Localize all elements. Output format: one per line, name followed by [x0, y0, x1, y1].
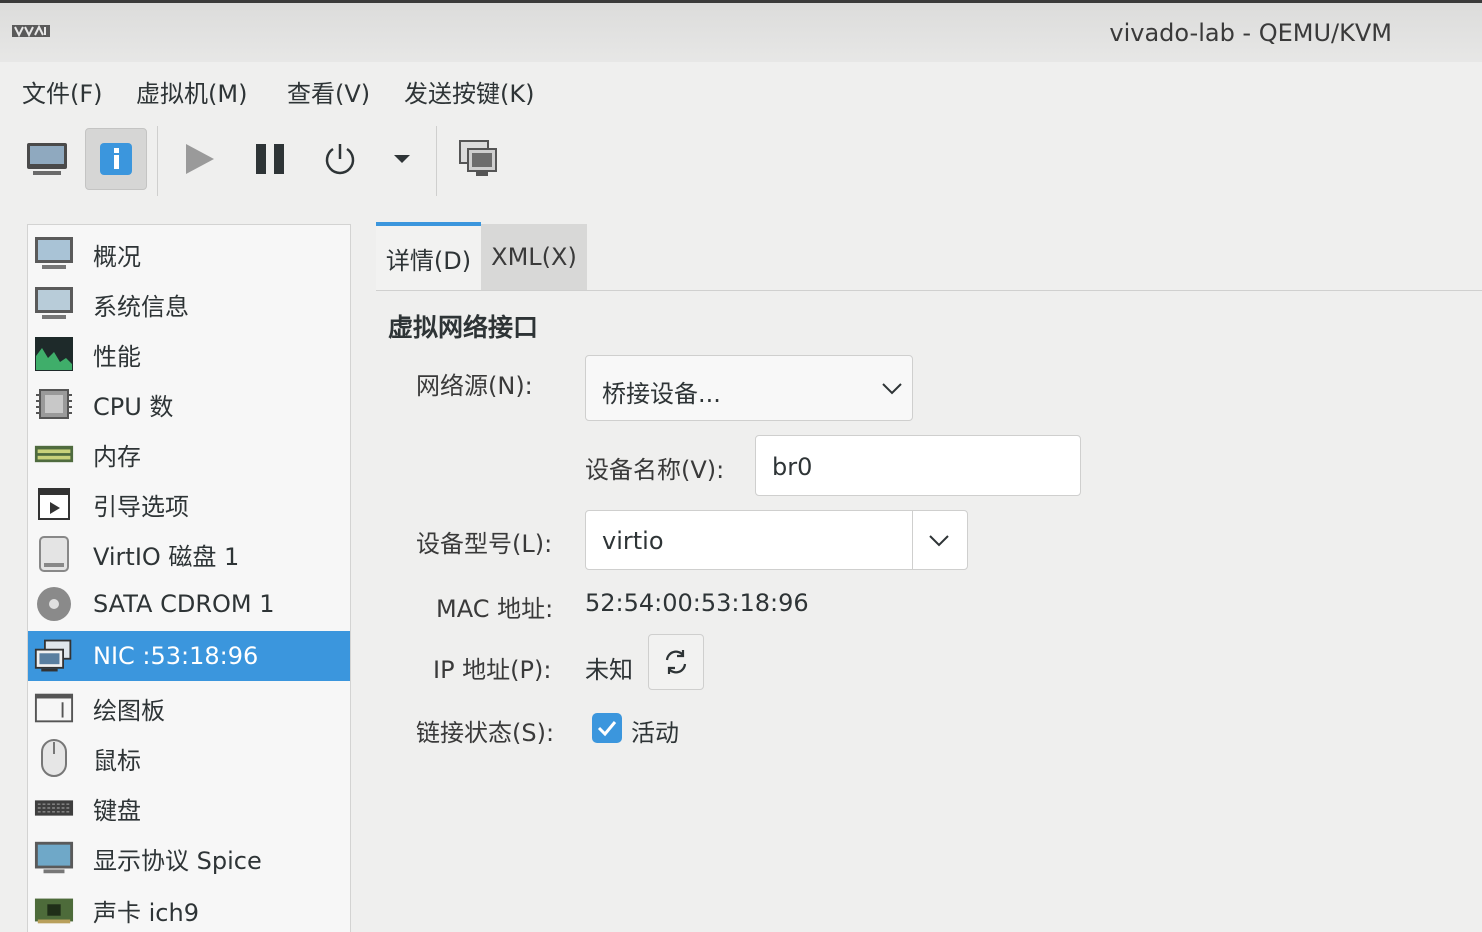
sidebar-item-label: 显示协议 Spice [93, 846, 262, 875]
tab-details[interactable]: 详情(D) [376, 222, 481, 290]
mouse-icon [34, 739, 74, 777]
sidebar-item-memory[interactable]: 内存 [28, 429, 350, 479]
run-button[interactable] [168, 128, 230, 190]
monitor-icon [34, 285, 74, 323]
sidebar-item-label: 概况 [93, 242, 141, 271]
refresh-icon [665, 650, 687, 674]
menubar: 文件(F) 虚拟机(M) 查看(V) 发送按键(K) [0, 62, 1482, 116]
cpu-icon [34, 385, 74, 423]
dropdown-icon [394, 155, 410, 163]
power-icon [325, 144, 355, 175]
info-icon [100, 143, 132, 175]
link-state-value[interactable]: 活动 [631, 713, 679, 748]
window-title: vivado-lab - QEMU/KVM [1109, 19, 1392, 47]
shutdown-menu-button[interactable] [372, 128, 432, 190]
sidebar-item-cpu[interactable]: CPU 数 [28, 379, 350, 429]
titlebar: vivado-lab - QEMU/KVM [0, 0, 1482, 62]
sidebar-item-nic[interactable]: NIC :53:18:96 [28, 631, 350, 681]
chevron-down-icon [929, 535, 949, 547]
hardware-list: 概况 系统信息 性能 CPU 数 内存 引导选项 VirtIO 磁盘 1 SAT… [27, 224, 351, 932]
pause-icon [256, 144, 284, 174]
shutdown-button[interactable] [309, 128, 371, 190]
device-name-label: 设备名称(V): [585, 456, 725, 484]
link-state-checkbox[interactable] [592, 713, 622, 743]
link-state-label: 链接状态(S): [416, 719, 555, 747]
sidebar-item-label: 系统信息 [93, 292, 189, 321]
pause-button[interactable] [239, 128, 301, 190]
sidebar-item-label: 性能 [93, 342, 141, 371]
sound-icon [34, 891, 74, 929]
device-model-label: 设备型号(L): [416, 530, 553, 558]
sidebar-item-display-spice[interactable]: 显示协议 Spice [28, 833, 350, 883]
sidebar-item-tablet[interactable]: 绘图板 [28, 683, 350, 733]
sidebar-item-virtio-disk[interactable]: VirtIO 磁盘 1 [28, 529, 350, 579]
console-icon [27, 143, 67, 175]
app-logo-icon [12, 24, 50, 38]
display-icon [34, 839, 74, 877]
sidebar-item-keyboard[interactable]: 键盘 [28, 783, 350, 833]
app-window: vivado-lab - QEMU/KVM 文件(F) 虚拟机(M) 查看(V)… [0, 0, 1482, 932]
chevron-down-icon [882, 383, 902, 395]
snapshots-button[interactable] [448, 128, 510, 190]
checkmark-icon [597, 721, 617, 737]
menu-view[interactable]: 查看(V) [283, 72, 374, 111]
sidebar-item-cdrom[interactable]: SATA CDROM 1 [28, 579, 350, 629]
sidebar-item-label: NIC :53:18:96 [93, 642, 259, 670]
sidebar-item-label: 鼠标 [93, 746, 141, 775]
nic-icon [34, 637, 74, 675]
device-model-value: virtio [602, 527, 664, 555]
sidebar-item-label: 键盘 [93, 796, 141, 825]
play-icon [186, 144, 214, 174]
sidebar-item-label: 绘图板 [93, 696, 165, 725]
toolbar-separator [157, 126, 158, 196]
ip-address-value: 未知 [585, 656, 633, 684]
snapshot-icon [459, 140, 497, 176]
sidebar-item-overview[interactable]: 概况 [28, 229, 350, 279]
network-source-label: 网络源(N): [416, 372, 533, 400]
sidebar-item-sound[interactable]: 声卡 ich9 [28, 885, 350, 932]
menu-vm[interactable]: 虚拟机(M) [132, 72, 251, 111]
mac-address-label: MAC 地址: [436, 595, 554, 623]
device-name-field[interactable]: br0 [755, 435, 1081, 496]
toolbar [0, 116, 1482, 204]
monitor-icon [34, 235, 74, 273]
network-source-value: 桥接设备... [602, 380, 721, 408]
ip-address-label: IP 地址(P): [433, 656, 552, 684]
cdrom-icon [34, 585, 74, 623]
tab-divider [376, 290, 1482, 291]
tab-xml[interactable]: XML(X) [481, 224, 587, 290]
device-model-combo[interactable]: virtio [585, 510, 968, 570]
sidebar-item-system-info[interactable]: 系统信息 [28, 279, 350, 329]
mac-address-value: 52:54:00:53:18:96 [585, 589, 809, 617]
sidebar-item-label: CPU 数 [93, 392, 174, 421]
device-name-value: br0 [772, 453, 813, 481]
memory-icon [34, 435, 74, 473]
section-title: 虚拟网络接口 [388, 313, 539, 342]
details-button[interactable] [85, 128, 147, 190]
sidebar-item-label: VirtIO 磁盘 1 [93, 542, 240, 571]
network-source-combo[interactable]: 桥接设备... [585, 355, 913, 421]
boot-icon [34, 485, 74, 523]
sidebar-item-performance[interactable]: 性能 [28, 329, 350, 379]
sidebar-item-label: 内存 [93, 442, 141, 471]
tablet-icon [34, 689, 74, 727]
console-button[interactable] [16, 128, 78, 190]
toolbar-separator [436, 126, 437, 196]
sidebar-item-boot-options[interactable]: 引导选项 [28, 479, 350, 529]
performance-icon [34, 335, 74, 373]
disk-icon [34, 535, 74, 573]
keyboard-icon [34, 789, 74, 827]
sidebar-item-label: SATA CDROM 1 [93, 590, 275, 618]
combo-divider [912, 511, 913, 569]
menu-send-key[interactable]: 发送按键(K) [400, 72, 538, 111]
menu-file[interactable]: 文件(F) [18, 72, 107, 111]
sidebar-item-label: 引导选项 [93, 492, 189, 521]
refresh-ip-button[interactable] [648, 634, 704, 690]
sidebar-item-label: 声卡 ich9 [93, 898, 199, 927]
sidebar-item-mouse[interactable]: 鼠标 [28, 733, 350, 783]
